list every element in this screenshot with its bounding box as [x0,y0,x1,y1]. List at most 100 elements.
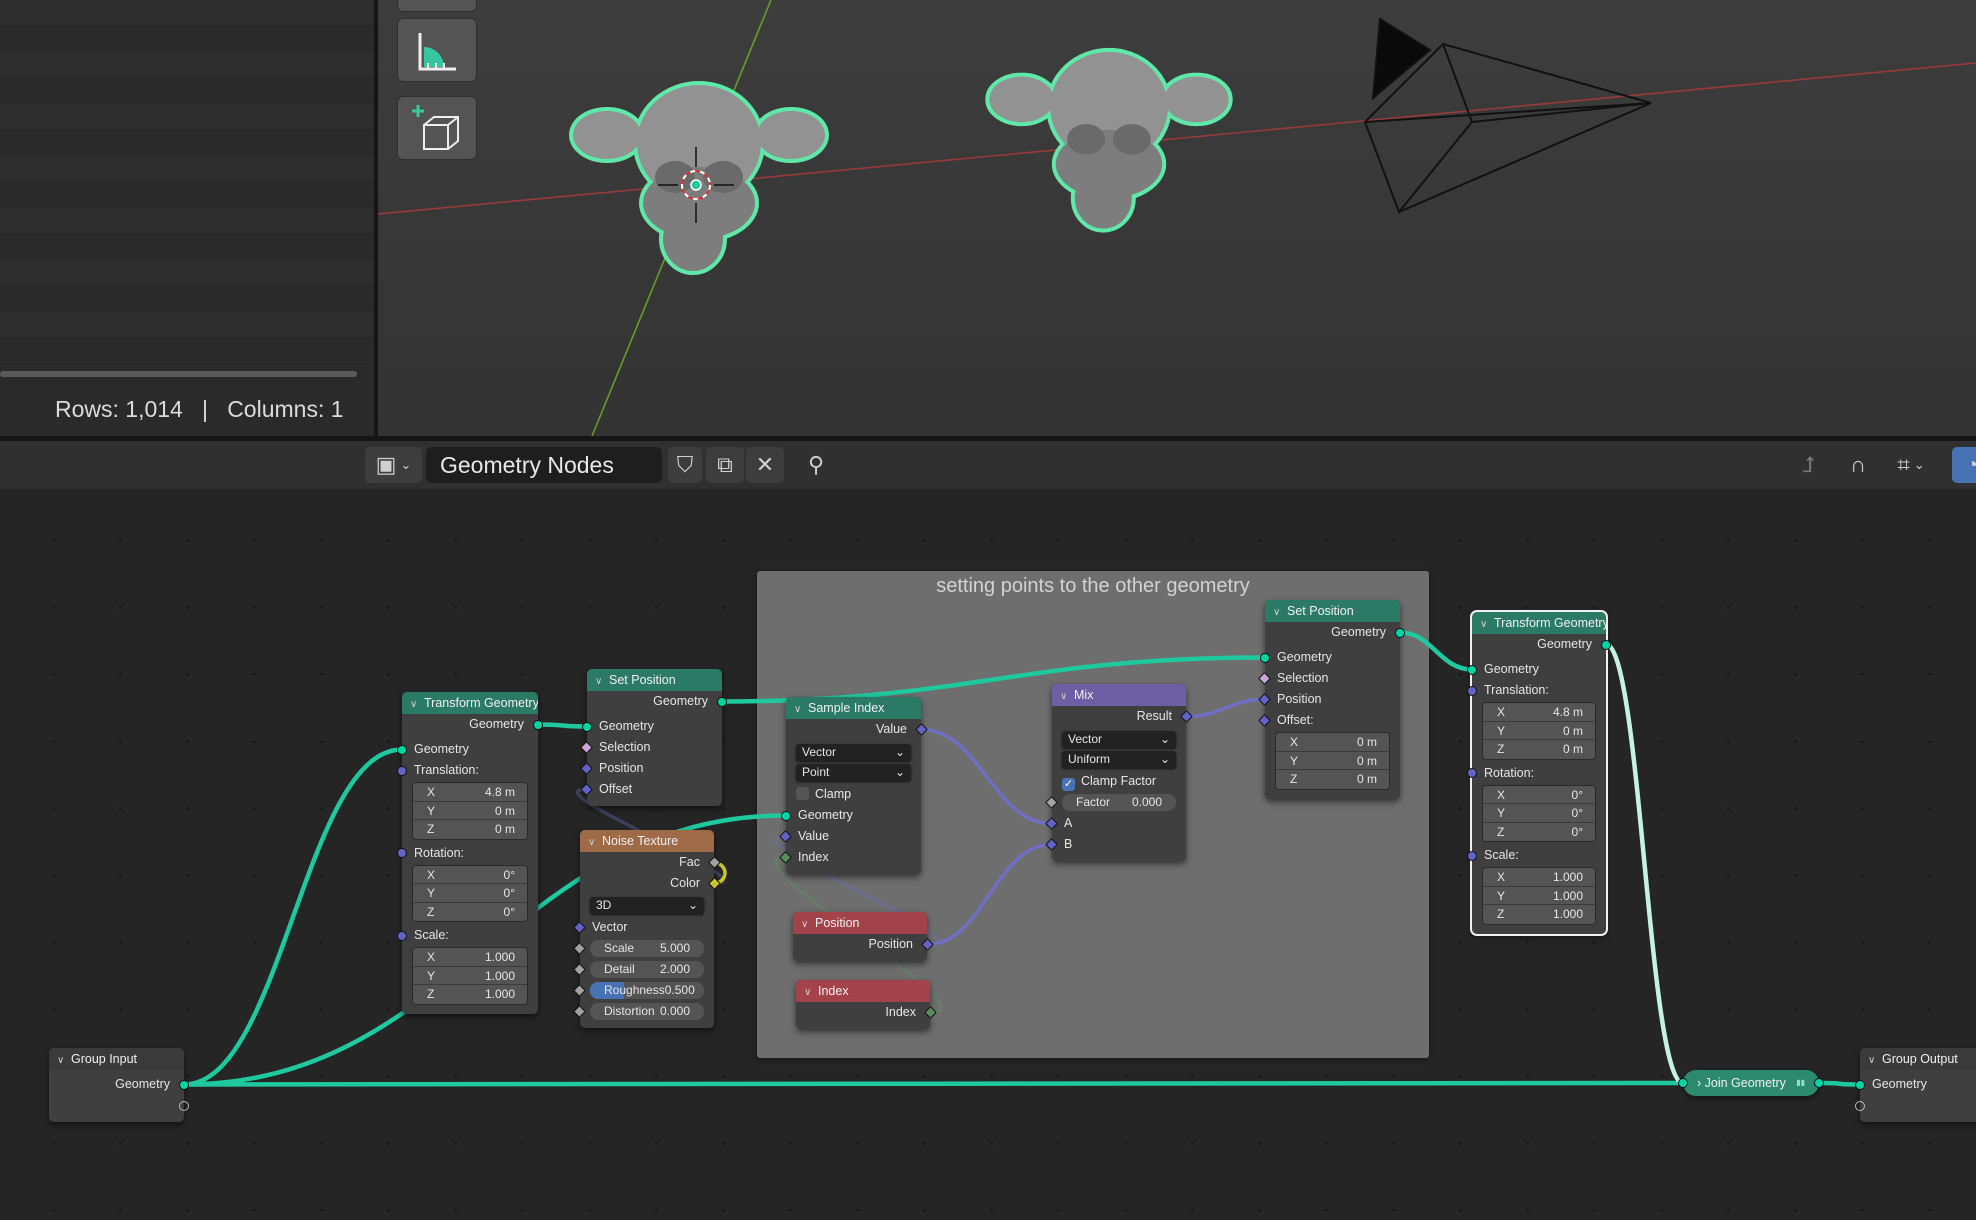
chevron-down-icon[interactable]: ∨ [1868,1050,1882,1070]
value-slider[interactable]: Roughness 0.500 [590,982,704,999]
suzanne-object[interactable] [985,47,1233,233]
node-header[interactable]: ∨ Mix [1052,684,1186,706]
vector-component-field[interactable]: X 4.8 m [1483,703,1595,722]
transform-geometry-node[interactable]: ∨ Transform Geometry Geometry Geometry Trans… [1467,610,1611,936]
chevron-down-icon[interactable]: ∨ [1060,686,1074,706]
sample-index-node[interactable]: ∨ Sample Index Value Vector ⌄ Point ⌄ Clamp Geom… [779,697,928,874]
value-slider[interactable]: Distortion 0.000 [590,1003,704,1020]
checkbox-row[interactable]: ✓ Clamp Factor [1052,771,1186,792]
dropdown[interactable]: Vector ⌄ [796,744,911,761]
vec-socket[interactable] [397,930,407,941]
vec-socket[interactable] [580,762,593,775]
vec-socket[interactable] [573,921,586,934]
node-header[interactable]: ∨ Sample Index [786,697,921,719]
pin-button[interactable]: ⚲ [798,447,834,483]
3d-viewport[interactable] [378,0,1976,436]
vector-component-field[interactable]: Z 0 m [1276,770,1389,789]
geo-socket[interactable] [1260,652,1270,663]
join-geometry-node[interactable]: › Join Geometry ▮▮ [1678,1070,1824,1096]
checkbox-row[interactable]: Clamp [786,784,921,805]
vec-socket[interactable] [1467,768,1477,778]
float-socket[interactable] [573,963,586,976]
vec-socket[interactable] [397,848,407,858]
vector-component-field[interactable]: Y 0 m [1276,751,1389,770]
vector-component-field[interactable]: Z 0 m [413,820,527,839]
geo-socket[interactable] [1678,1078,1688,1088]
chevron-down-icon[interactable]: ∨ [794,699,808,719]
chevron-down-icon[interactable]: ∨ [410,694,424,714]
geo-socket[interactable] [397,744,407,755]
noise-texture-node[interactable]: ∨ Noise Texture Fac Color 3D ⌄ Vector Scale 5.00… [573,830,721,1028]
node-editor-canvas[interactable]: setting points to the other geometry ∨ Tr… [0,489,1976,1220]
empty-socket[interactable] [179,1100,189,1111]
vector-component-field[interactable]: X 4.8 m [413,783,527,802]
vector-component-field[interactable]: X 0° [413,865,527,884]
geo-socket[interactable] [1395,627,1405,638]
add-cube-tool-button[interactable] [397,96,477,160]
geo-socket[interactable] [179,1079,189,1090]
set-position-node[interactable]: ∨ Set Position Geometry Geometry Selection Po… [580,669,727,806]
dropdown[interactable]: 3D ⌄ [590,897,704,914]
unlink-button[interactable]: ✕ [746,447,784,483]
chevron-down-icon[interactable]: ∨ [804,982,818,1002]
node-link[interactable] [1603,642,1686,1086]
node-header[interactable]: ∨ Group Input [49,1048,184,1070]
vec-socket[interactable] [397,765,407,776]
dropdown[interactable]: Vector ⌄ [1062,731,1176,748]
suzanne-object-selected[interactable] [569,81,829,275]
vector-component-field[interactable]: X 0° [1483,785,1595,804]
camera-object[interactable] [1363,17,1652,214]
float-socket[interactable] [573,942,586,955]
float-socket[interactable] [573,1005,586,1018]
geo-socket[interactable] [1467,664,1477,675]
vector-component-field[interactable]: Y 0° [1483,804,1595,823]
node-header[interactable]: ∨ Transform Geometry [1472,612,1606,634]
geo-socket[interactable] [781,810,791,821]
chevron-down-icon[interactable]: ∨ [57,1050,71,1070]
node-link[interactable] [535,722,590,729]
node-link[interactable] [181,747,405,1087]
float-socket[interactable] [573,984,586,997]
vector-component-field[interactable]: Y 0 m [1483,721,1595,740]
node-header[interactable]: ∨ Position [793,912,927,934]
chevron-down-icon[interactable]: ∨ [588,832,602,852]
node-header[interactable]: ∨ Transform Geometry [402,692,538,714]
chevron-down-icon[interactable]: ∨ [1273,602,1287,622]
geo-socket[interactable] [533,719,543,730]
vector-component-field[interactable]: X 1.000 [413,948,527,967]
vec-socket[interactable] [580,783,593,796]
parent-node-button[interactable]: ⮥ [1790,447,1828,483]
editor-type-button[interactable]: ▣ ⌄ [365,447,422,483]
index-node[interactable]: ∨ Index Index [796,980,937,1029]
vector-component-field[interactable]: Y 0° [413,884,527,903]
vector-component-field[interactable]: Z 1.000 [413,985,527,1004]
geo-socket[interactable] [1855,1079,1865,1090]
node-link[interactable] [181,1080,1686,1087]
tool-button[interactable] [397,0,477,12]
node-header[interactable]: ∨ Set Position [587,669,722,691]
node-header[interactable]: ∨ Set Position [1265,600,1400,622]
vector-component-field[interactable]: Z 0 m [1483,740,1595,759]
empty-socket[interactable] [1855,1100,1865,1111]
geo-socket[interactable] [1601,639,1611,650]
snap-toggle[interactable]: ∩ [1838,447,1878,483]
node-link[interactable] [1816,1080,1863,1087]
duplicate-button[interactable]: ⧉ [706,447,744,483]
vector-component-field[interactable]: X 0 m [1276,733,1389,752]
node-header[interactable]: ∨ Index [796,980,930,1002]
overlay-button[interactable]: ◔ [1952,447,1976,483]
node-header[interactable]: ∨ Group Output [1860,1048,1976,1070]
vector-component-field[interactable]: Z 0° [413,902,527,921]
geo-socket[interactable] [717,696,727,707]
fake-user-button[interactable]: ⛉ [668,447,702,483]
vector-component-field[interactable]: Z 0° [1483,822,1595,841]
chevron-down-icon[interactable]: ∨ [1480,614,1494,634]
bool-socket[interactable] [580,741,593,754]
float-socket[interactable] [708,856,721,869]
node-header[interactable]: ∨ Noise Texture [580,830,714,852]
position-node[interactable]: ∨ Position Position [793,912,934,961]
geo-socket[interactable] [1814,1078,1824,1088]
vector-component-field[interactable]: Y 0 m [413,801,527,820]
value-slider[interactable]: Detail 2.000 [590,961,704,978]
vector-component-field[interactable]: Y 1.000 [1483,886,1595,905]
